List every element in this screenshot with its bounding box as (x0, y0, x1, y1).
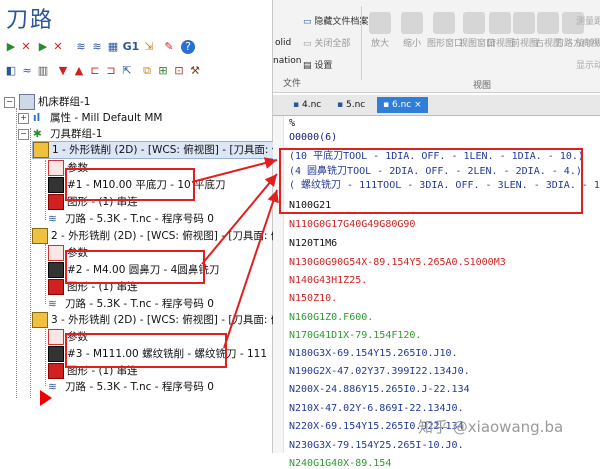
arrow (223, 189, 279, 349)
arrow (191, 157, 278, 183)
code-line[interactable]: N240G1G40X-89.154 (289, 458, 391, 469)
arrow (201, 173, 278, 265)
annotation-arrows (191, 157, 279, 349)
